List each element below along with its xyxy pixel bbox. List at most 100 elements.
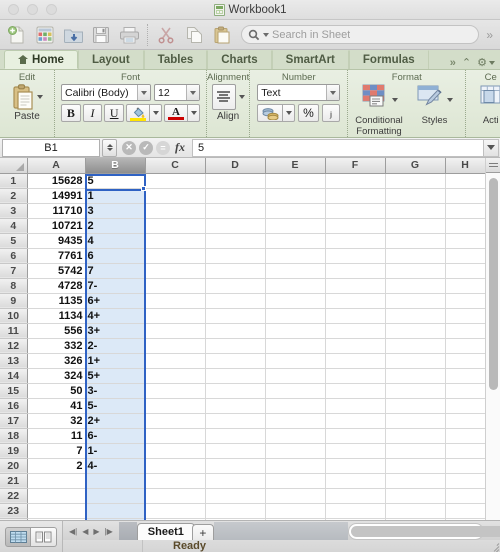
row-header-1[interactable]: 1 [0,173,28,189]
align-button[interactable]: Align [211,84,245,122]
cell-A7[interactable]: 5742 [27,263,86,279]
cell-B3[interactable]: 3 [85,203,146,219]
row-header-10[interactable]: 10 [0,308,28,324]
cell-B16[interactable]: 5- [85,398,146,414]
cell-A12[interactable]: 332 [27,338,86,354]
row-header-21[interactable]: 21 [0,473,28,489]
cell-H4[interactable] [445,218,486,234]
cell-F18[interactable] [325,428,386,444]
cell-C2[interactable] [145,188,206,204]
print-icon[interactable] [116,23,142,47]
cell-A1[interactable]: 15628 [27,173,86,189]
cell-H23[interactable] [445,503,486,519]
cell-G4[interactable] [385,218,446,234]
cell-G7[interactable] [385,263,446,279]
font-color-chevron-down-icon[interactable] [188,104,201,122]
cell-D17[interactable] [205,413,266,429]
cell-H14[interactable] [445,368,486,384]
cell-E1[interactable] [265,173,326,189]
cell-G22[interactable] [385,488,446,504]
normal-view-button[interactable] [5,526,31,547]
cell-E15[interactable] [265,383,326,399]
actions-button[interactable]: Acti [470,84,500,127]
cell-G19[interactable] [385,443,446,459]
italic-button[interactable]: I [82,104,103,122]
cell-G17[interactable] [385,413,446,429]
cell-F6[interactable] [325,248,386,264]
cell-C19[interactable] [145,443,206,459]
cell-D5[interactable] [205,233,266,249]
ribbon-tab-overflow-icon[interactable]: » [450,57,456,69]
conditional-formatting-button[interactable]: Conditional Formatting [352,84,406,137]
cell-B19[interactable]: 1- [85,443,146,459]
cell-D3[interactable] [205,203,266,219]
cell-B17[interactable]: 2+ [85,413,146,429]
template-gallery-icon[interactable] [32,23,58,47]
cell-D16[interactable] [205,398,266,414]
percent-style-button[interactable]: % [298,104,319,122]
cell-E18[interactable] [265,428,326,444]
cell-G9[interactable] [385,293,446,309]
row-header-22[interactable]: 22 [0,488,28,504]
cell-F20[interactable] [325,458,386,474]
cell-D1[interactable] [205,173,266,189]
cell-A18[interactable]: 11 [27,428,86,444]
row-header-6[interactable]: 6 [0,248,28,264]
align-chevron-down-icon[interactable] [238,95,245,99]
cell-C13[interactable] [145,353,206,369]
vertical-scrollbar[interactable] [485,158,500,520]
cell-F17[interactable] [325,413,386,429]
horizontal-scrollbar-thumb[interactable] [350,526,500,537]
cell-A22[interactable] [27,488,86,504]
cell-D13[interactable] [205,353,266,369]
nav-next-sheet-icon[interactable]: ▶ [93,527,99,536]
cell-F19[interactable] [325,443,386,459]
number-format-combo[interactable]: Text [257,84,341,101]
cell-B23[interactable] [85,503,146,519]
cell-D2[interactable] [205,188,266,204]
cell-E2[interactable] [265,188,326,204]
nav-prev-sheet-icon[interactable]: ◀ [82,527,88,536]
font-color-split-button[interactable]: A [164,104,201,122]
currency-chevron-down-icon[interactable] [283,104,296,122]
cell-A17[interactable]: 32 [27,413,86,429]
cell-G16[interactable] [385,398,446,414]
cell-H20[interactable] [445,458,486,474]
tab-formulas[interactable]: Formulas [348,50,429,69]
cell-H9[interactable] [445,293,486,309]
cell-C9[interactable] [145,293,206,309]
cell-G8[interactable] [385,278,446,294]
select-all-corner[interactable] [0,158,28,174]
cell-B18[interactable]: 6- [85,428,146,444]
row-header-12[interactable]: 12 [0,338,28,354]
cell-H3[interactable] [445,203,486,219]
font-size-chevron-down-icon[interactable] [186,85,199,100]
cell-E3[interactable] [265,203,326,219]
copy-icon[interactable] [181,23,207,47]
row-header-4[interactable]: 4 [0,218,28,234]
worksheet-grid[interactable]: ABCDEFGH 1 15628 5 2 14991 1 3 11710 3 4 10721 2 5 94… [0,158,500,520]
column-header-e[interactable]: E [265,158,326,174]
cell-F15[interactable] [325,383,386,399]
row-header-7[interactable]: 7 [0,263,28,279]
cell-F3[interactable] [325,203,386,219]
cell-F4[interactable] [325,218,386,234]
cell-D19[interactable] [205,443,266,459]
cell-A5[interactable]: 9435 [27,233,86,249]
cell-C3[interactable] [145,203,206,219]
cell-B5[interactable]: 4 [85,233,146,249]
cell-H1[interactable] [445,173,486,189]
cell-F13[interactable] [325,353,386,369]
horizontal-scrollbar[interactable] [347,523,500,540]
cell-D4[interactable] [205,218,266,234]
cell-H5[interactable] [445,233,486,249]
cell-A20[interactable]: 2 [27,458,86,474]
name-box[interactable]: B1 [2,138,100,157]
cell-E17[interactable] [265,413,326,429]
search-scope-chevron-down-icon[interactable] [263,32,269,37]
tab-layout[interactable]: Layout [77,50,144,69]
cell-B12[interactable]: 2- [85,338,146,354]
cell-C11[interactable] [145,323,206,339]
cell-E11[interactable] [265,323,326,339]
nav-last-sheet-icon[interactable]: |▶ [105,527,113,536]
